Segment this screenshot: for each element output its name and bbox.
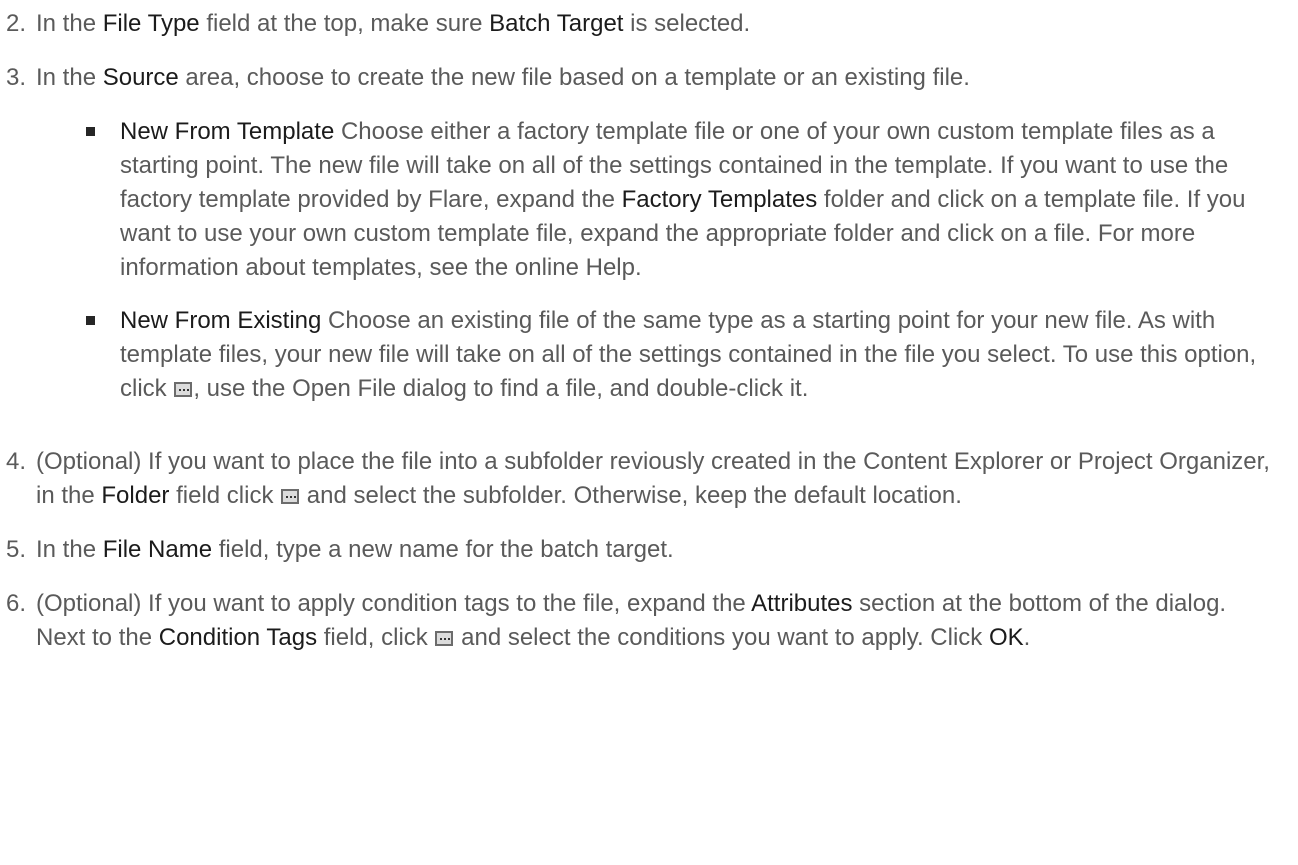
text: In the (36, 10, 103, 37)
list-item-new-from-existing: New From Existing Choose an existing fil… (74, 304, 1280, 406)
document-body: 2. In the File Type field at the top, ma… (0, 0, 1298, 865)
ui-term-file-name: File Name (102, 536, 213, 563)
step-number: 3. (6, 64, 27, 91)
ui-term-new-from-template: New From Template (120, 118, 335, 145)
bullet-icon (86, 127, 95, 136)
browse-ellipsis-icon (174, 382, 193, 397)
step-5: 5. In the File Name field, type a new na… (6, 533, 1280, 567)
text: , use the Open File dialog to find a fil… (193, 375, 809, 402)
ui-term-batch-target: Batch Target (489, 10, 624, 37)
browse-ellipsis-icon (435, 631, 454, 646)
step-number: 2. (6, 10, 27, 37)
text: (Optional) If you want to apply conditio… (36, 590, 752, 617)
text: and select the subfolder. Otherwise, kee… (300, 482, 962, 509)
step-number: 6. (6, 590, 27, 617)
text: In the (36, 536, 103, 563)
step-6: 6. (Optional) If you want to apply condi… (6, 587, 1280, 655)
ui-term-source: Source (102, 64, 179, 91)
list-item-new-from-template: New From Template Choose either a factor… (74, 115, 1280, 285)
ui-term-factory-templates: Factory Templates (621, 186, 818, 213)
ui-term-folder: Folder (101, 482, 170, 509)
text: area, choose to create the new file base… (178, 64, 970, 91)
text: field at the top, make sure (199, 10, 490, 37)
ui-term-ok: OK (988, 624, 1024, 651)
step-text: In the File Type field at the top, make … (36, 7, 1280, 41)
text: field, click (317, 624, 435, 651)
source-options-list: New From Template Choose either a factor… (36, 115, 1280, 406)
bullet-icon (86, 316, 95, 325)
step-3: 3. In the Source area, choose to create … (6, 61, 1280, 425)
step-text: In the Source area, choose to create the… (36, 61, 1280, 425)
text: . (1023, 624, 1031, 651)
step-intro: In the Source area, choose to create the… (36, 61, 1280, 95)
step-text: In the File Name field, type a new name … (36, 533, 1280, 567)
browse-ellipsis-icon (281, 489, 300, 504)
ui-term-condition-tags: Condition Tags (158, 624, 318, 651)
ui-term-attributes: Attributes (751, 590, 853, 617)
step-text: (Optional) If you want to apply conditio… (36, 587, 1280, 655)
step-4: 4. (Optional) If you want to place the f… (6, 445, 1280, 513)
text: and select the conditions you want to ap… (454, 624, 989, 651)
text: is selected. (623, 10, 751, 37)
step-number: 5. (6, 536, 27, 563)
ui-term-file-type: File Type (102, 10, 200, 37)
text: field click (169, 482, 281, 509)
text: field, type a new name for the batch tar… (212, 536, 674, 563)
ui-term-new-from-existing: New From Existing (120, 307, 322, 334)
step-text: (Optional) If you want to place the file… (36, 445, 1280, 513)
text: In the (36, 64, 103, 91)
step-2: 2. In the File Type field at the top, ma… (6, 7, 1280, 41)
step-number: 4. (6, 448, 27, 475)
